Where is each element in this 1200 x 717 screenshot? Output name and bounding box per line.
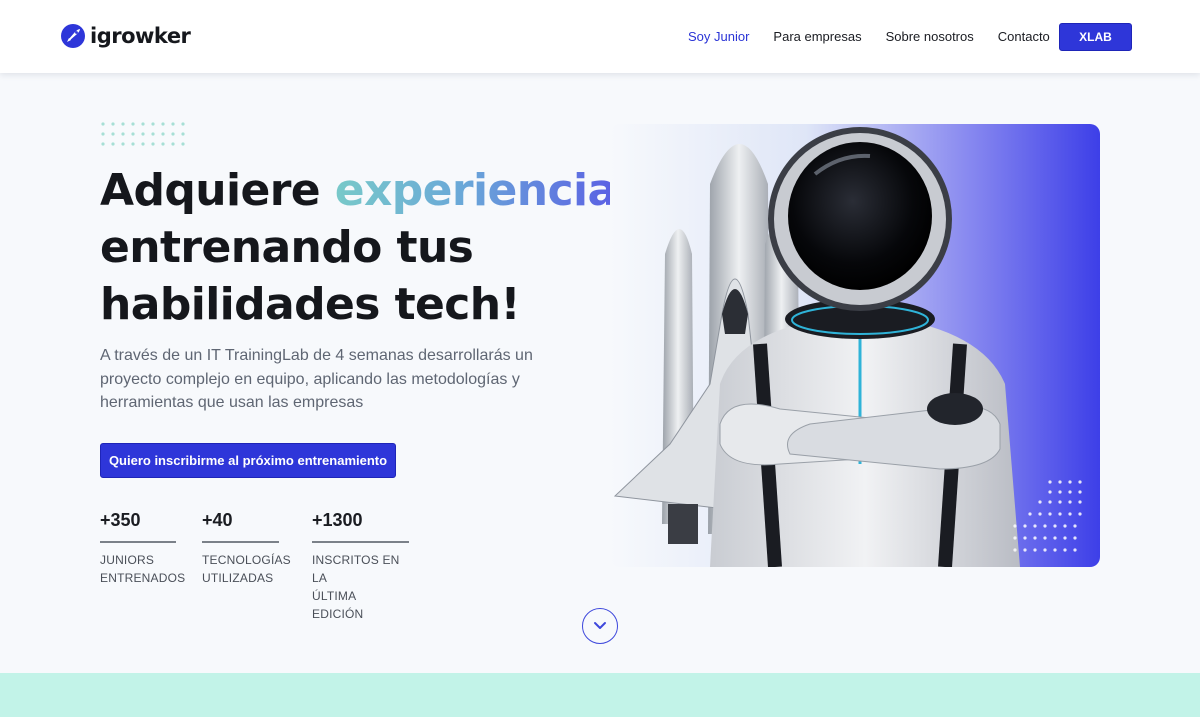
nav-soy-junior[interactable]: Soy Junior bbox=[688, 29, 749, 44]
stat-divider bbox=[312, 541, 409, 543]
stat-value: +350 bbox=[100, 510, 141, 530]
decorative-dots bbox=[101, 122, 185, 146]
hero-title: Adquiere experiencia entrenando tus habi… bbox=[100, 162, 620, 333]
nav-contacto[interactable]: Contacto bbox=[998, 29, 1050, 44]
nav-sobre-nosotros[interactable]: Sobre nosotros bbox=[886, 29, 974, 44]
stat-label: INSCRITOS EN LA ÚLTIMA EDICIÓN bbox=[312, 551, 409, 623]
hero-title-part1: Adquiere bbox=[100, 165, 335, 216]
stat-value: +1300 bbox=[312, 510, 363, 530]
stat-divider bbox=[100, 541, 176, 543]
stat-label: JUNIORS ENTRENADOS bbox=[100, 551, 186, 587]
xlab-button[interactable]: XLAB bbox=[1059, 23, 1132, 51]
stat-label-line2: ÚLTIMA EDICIÓN bbox=[312, 589, 364, 621]
stat-label-line1: JUNIORS bbox=[100, 553, 155, 567]
stat-label-line1: TECNOLOGÍAS bbox=[202, 553, 291, 567]
logo-link[interactable]: igrowker bbox=[60, 22, 191, 50]
stat-tecnologias: +40 TECNOLOGÍAS UTILIZADAS bbox=[202, 510, 291, 587]
rocket-logo-icon bbox=[61, 24, 85, 48]
hero-title-line2: entrenando tus bbox=[100, 222, 474, 273]
stat-label-line2: UTILIZADAS bbox=[202, 571, 274, 585]
hero-subtitle: A través de un IT TrainingLab de 4 seman… bbox=[100, 347, 533, 411]
stat-value: +40 bbox=[202, 510, 233, 530]
stat-juniors: +350 JUNIORS ENTRENADOS bbox=[100, 510, 186, 587]
main-nav: Soy Junior Para empresas Sobre nosotros … bbox=[688, 29, 1050, 44]
hero-image bbox=[610, 124, 1100, 567]
stat-label: TECNOLOGÍAS UTILIZADAS bbox=[202, 551, 291, 587]
stat-label-line2: ENTRENADOS bbox=[100, 571, 186, 585]
hero-title-highlight: experiencia bbox=[334, 165, 617, 216]
scroll-down-button[interactable] bbox=[582, 608, 618, 644]
stat-label-line1: INSCRITOS EN LA bbox=[312, 553, 400, 585]
hero-title-line3: habilidades tech! bbox=[100, 279, 521, 330]
stat-inscritos: +1300 INSCRITOS EN LA ÚLTIMA EDICIÓN bbox=[312, 510, 409, 623]
enroll-button[interactable]: Quiero inscribirme al próximo entrenamie… bbox=[100, 443, 396, 478]
logo-text: igrowker bbox=[90, 24, 191, 48]
stat-divider bbox=[202, 541, 279, 543]
next-section-band bbox=[0, 673, 1200, 717]
astronaut-rocket-illustration bbox=[613, 127, 1082, 567]
nav-para-empresas[interactable]: Para empresas bbox=[773, 29, 861, 44]
site-header: igrowker Soy Junior Para empresas Sobre … bbox=[0, 0, 1200, 73]
chevron-down-icon bbox=[594, 622, 606, 629]
